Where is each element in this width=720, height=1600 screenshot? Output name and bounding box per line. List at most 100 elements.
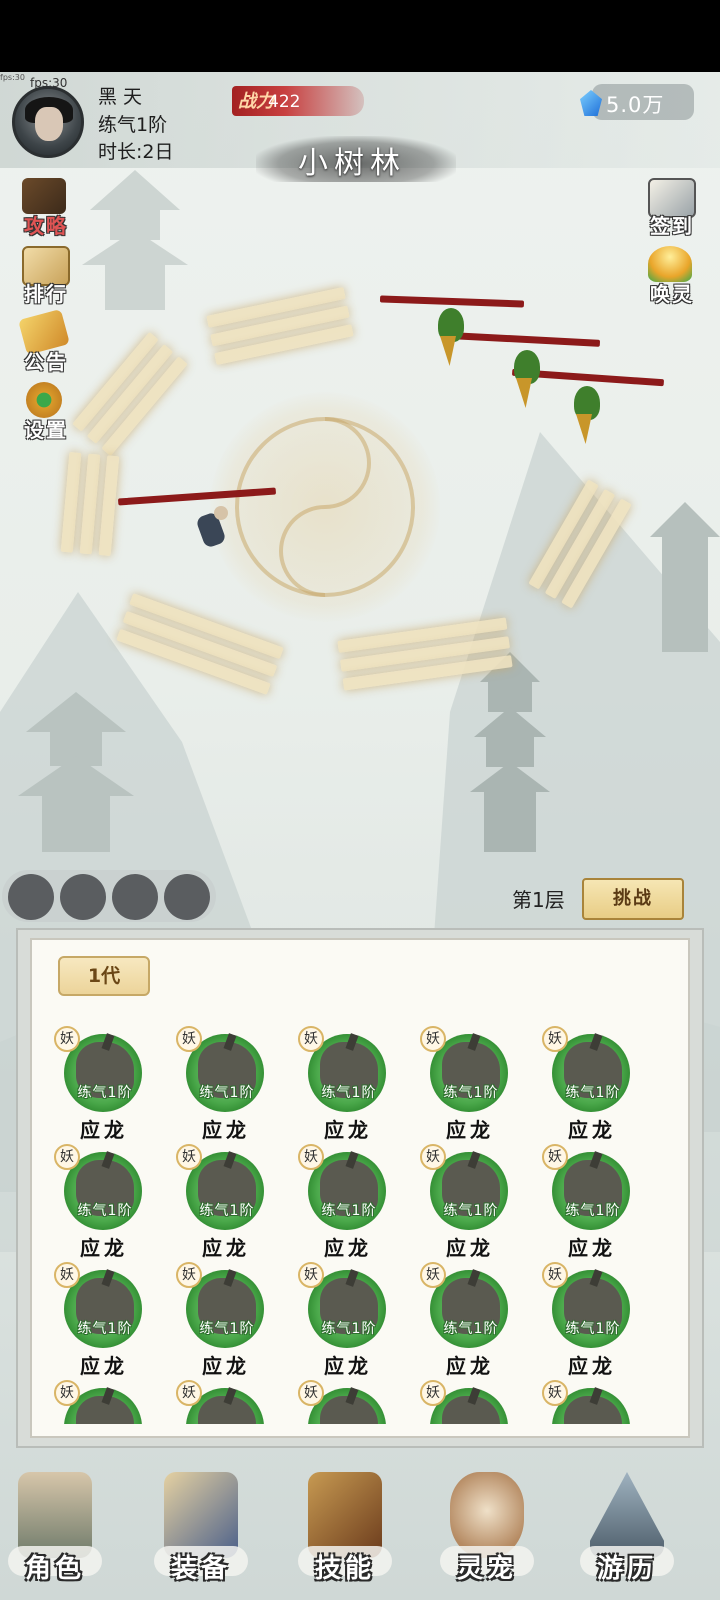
- pet-rank: 练气1阶: [565, 1085, 621, 1101]
- enemy-creature[interactable]: [568, 380, 602, 444]
- pet-grid: 妖练气1阶 应龙妖练气1阶 应龙妖练气1阶 应龙妖练气1阶 应龙妖练气1阶 应龙妖练气1阶…: [30, 1020, 690, 1424]
- pet-card[interactable]: 妖练气1阶应龙: [54, 1026, 154, 1142]
- pet-card[interactable]: 妖练气1阶 应龙: [542, 1026, 642, 1142]
- notice-button[interactable]: 公告: [14, 308, 76, 374]
- ranking-button[interactable]: 排行: [14, 244, 76, 306]
- pet-name: 应龙: [446, 1236, 494, 1260]
- pet-rank: 练气1阶: [199, 1203, 255, 1219]
- pet-card[interactable]: 妖: [298, 1380, 398, 1424]
- pet-card[interactable]: 妖练气1阶应龙: [298, 1262, 398, 1378]
- skill-slot[interactable]: [112, 874, 158, 920]
- pet-type-badge: 妖: [54, 1262, 80, 1288]
- pet-rank: 练气1阶: [565, 1321, 621, 1337]
- checkin-button[interactable]: 签到: [640, 176, 702, 238]
- nav-pets-label: 灵宠: [456, 1554, 517, 1584]
- nav-equipment[interactable]: 装备: [146, 1460, 256, 1600]
- guide-label: 攻略: [24, 214, 68, 238]
- guide-button[interactable]: 攻略: [14, 176, 76, 238]
- scroll-icon: [22, 178, 66, 214]
- pet-type-badge: 妖: [298, 1262, 324, 1288]
- pet-rank: 练气1阶: [321, 1203, 377, 1219]
- pet-name: 应龙: [80, 1354, 128, 1378]
- pet-card[interactable]: 妖练气1阶 应龙: [176, 1144, 276, 1260]
- pet-card[interactable]: 妖练气1阶应龙: [420, 1144, 520, 1260]
- pet-card[interactable]: 妖: [542, 1380, 642, 1424]
- pet-type-badge: 妖: [298, 1026, 324, 1052]
- settings-label: 设置: [24, 418, 68, 442]
- nav-skills-label: 技能: [314, 1554, 375, 1584]
- pet-type-badge: 妖: [542, 1262, 568, 1288]
- pet-card[interactable]: 妖练气1阶 应龙: [420, 1262, 520, 1378]
- skill-slot[interactable]: [164, 874, 210, 920]
- enemy-creature[interactable]: [508, 344, 542, 408]
- trigram: [205, 280, 355, 372]
- pagoda-silhouette-lower: [18, 692, 134, 852]
- skill-slot[interactable]: [8, 874, 54, 920]
- pet-type-badge: 妖: [420, 1380, 446, 1406]
- avatar-face: [35, 107, 63, 141]
- generation-tab[interactable]: 1代: [58, 956, 150, 996]
- pet-name: 应龙: [324, 1118, 372, 1142]
- summon-cauldron-icon: [648, 246, 692, 282]
- gem-amount: 5.0万: [606, 93, 665, 117]
- settings-button[interactable]: 设置: [14, 380, 76, 442]
- pet-name: 应龙: [324, 1354, 372, 1378]
- pet-card[interactable]: 妖练气1阶应龙: [176, 1026, 276, 1142]
- pet-type-badge: 妖: [176, 1026, 202, 1052]
- pet-type-badge: 妖: [54, 1026, 80, 1052]
- pet-name: 应龙: [202, 1236, 250, 1260]
- trigram: [67, 327, 193, 460]
- pet-card[interactable]: 妖练气1阶 应龙: [298, 1026, 398, 1142]
- nav-character[interactable]: 角色: [0, 1460, 110, 1600]
- nav-skills[interactable]: 技能: [290, 1460, 400, 1600]
- pet-rank: 练气1阶: [199, 1085, 255, 1101]
- yin-yang-outline: [235, 417, 415, 597]
- pet-type-badge: 妖: [176, 1380, 202, 1406]
- pet-type-badge: 妖: [54, 1380, 80, 1406]
- hero-character: [192, 506, 236, 556]
- pet-type-badge: 妖: [420, 1144, 446, 1170]
- pagoda-silhouette-right: [650, 502, 720, 652]
- skill-slot[interactable]: [60, 874, 106, 920]
- pet-rank: 练气1阶: [443, 1085, 499, 1101]
- pet-rank: 练气1阶: [77, 1085, 133, 1101]
- challenge-button[interactable]: 挑战: [582, 878, 684, 920]
- status-bar: [0, 0, 720, 72]
- pet-card[interactable]: 妖练气1阶 应龙: [420, 1026, 520, 1142]
- pet-name: 应龙: [202, 1354, 250, 1378]
- player-realm: 练气1阶: [98, 114, 168, 136]
- pet-rank: 练气1阶: [443, 1321, 499, 1337]
- pet-rank: 练气1阶: [321, 1321, 377, 1337]
- player-avatar[interactable]: [12, 86, 84, 158]
- pet-card[interactable]: 妖练气1阶 应龙: [54, 1144, 154, 1260]
- pet-card[interactable]: 妖: [420, 1380, 520, 1424]
- tower-silhouette: [470, 652, 550, 852]
- pet-card[interactable]: 妖: [54, 1380, 154, 1424]
- pet-name: 应龙: [324, 1236, 372, 1260]
- pet-name: 应龙: [202, 1118, 250, 1142]
- pet-card[interactable]: 妖练气1阶 应龙: [542, 1262, 642, 1378]
- pet-card[interactable]: 妖练气1阶 应龙: [542, 1144, 642, 1260]
- enemy-creature[interactable]: [432, 302, 466, 366]
- pet-rank: 练气1阶: [199, 1321, 255, 1337]
- pet-card[interactable]: 妖练气1阶应龙: [298, 1144, 398, 1260]
- pet-rank: 练气1阶: [443, 1203, 499, 1219]
- pet-card[interactable]: 妖练气1阶 应龙: [176, 1262, 276, 1378]
- pagoda-silhouette: [82, 170, 188, 310]
- pet-type-badge: 妖: [54, 1144, 80, 1170]
- pet-type-badge: 妖: [298, 1144, 324, 1170]
- nav-pets[interactable]: 灵宠: [432, 1460, 542, 1600]
- checkin-label: 签到: [650, 214, 694, 238]
- gear-icon: [26, 382, 62, 418]
- summon-button[interactable]: 唤灵: [640, 244, 702, 306]
- pet-name: 应龙: [568, 1118, 616, 1142]
- pet-card[interactable]: 妖: [176, 1380, 276, 1424]
- pet-name: 应龙: [80, 1118, 128, 1142]
- ranking-label: 排行: [24, 282, 68, 306]
- nav-travel[interactable]: 游历: [572, 1460, 682, 1600]
- floor-label: 第1层: [512, 888, 565, 912]
- play-duration: 时长:2日: [98, 141, 174, 163]
- pet-card[interactable]: 妖练气1阶 应龙: [54, 1262, 154, 1378]
- pet-type-badge: 妖: [298, 1380, 324, 1406]
- pet-rank: 练气1阶: [77, 1203, 133, 1219]
